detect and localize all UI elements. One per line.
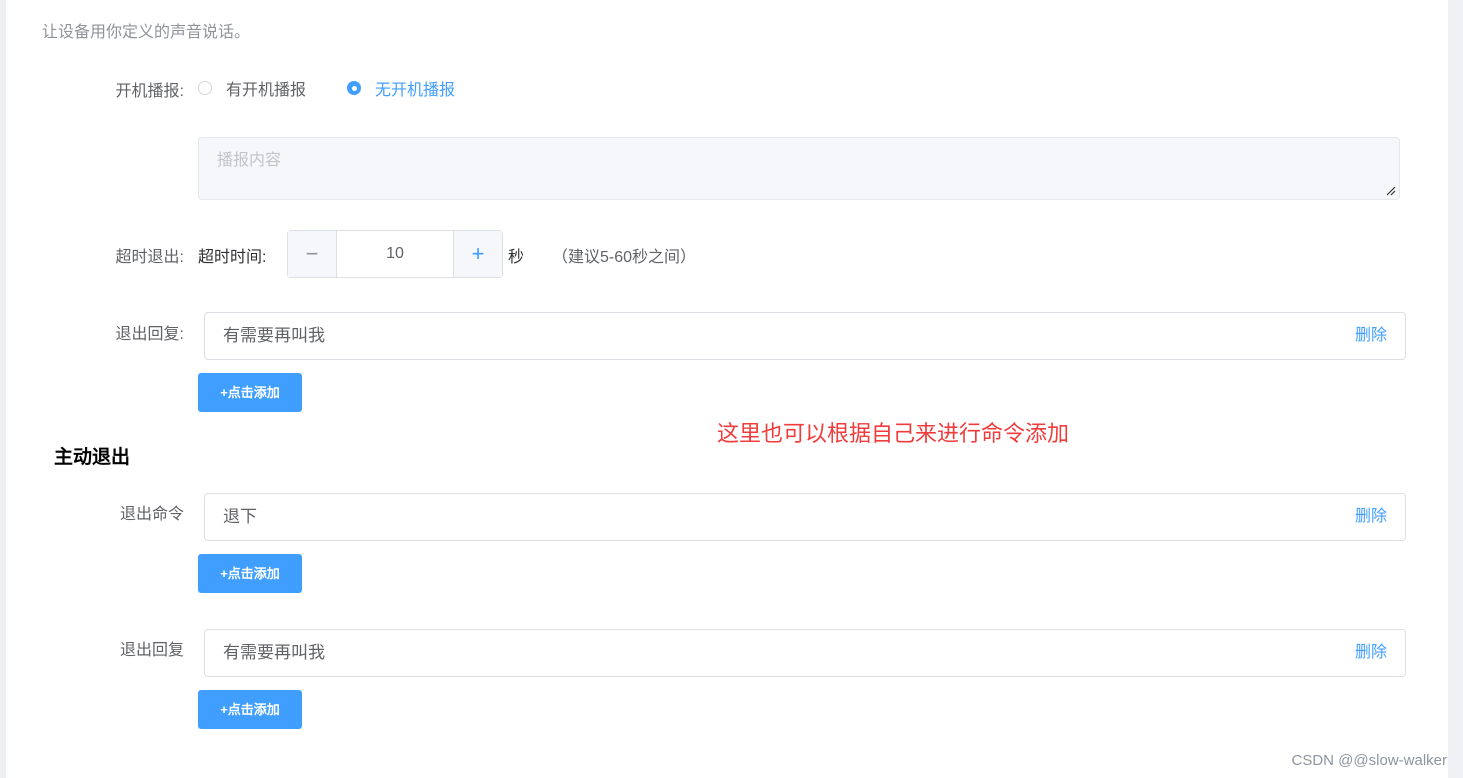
radio-boot-off[interactable]: 无开机播报 <box>347 78 456 99</box>
exit-reply-label: 退出回复: <box>115 326 184 343</box>
exit-command-label: 退出命令 <box>119 506 184 523</box>
broadcast-content-placeholder: 播报内容 <box>217 152 282 169</box>
page-description: 让设备用你定义的声音说话。 <box>42 24 251 41</box>
watermark: CSDN @@slow-walker <box>1291 752 1447 769</box>
increment-button[interactable]: + <box>453 231 502 277</box>
timeout-value[interactable]: 10 <box>337 231 453 277</box>
active-exit-reply-item-text[interactable]: 有需要再叫我 <box>223 630 325 676</box>
radio-boot-on[interactable]: 有开机播报 <box>198 78 307 99</box>
add-active-exit-reply-button[interactable]: +点击添加 <box>198 690 302 729</box>
add-exit-command-button[interactable]: +点击添加 <box>198 554 302 593</box>
radio-unchecked-icon <box>198 81 212 95</box>
active-exit-reply-item: 有需要再叫我 删除 <box>204 629 1406 677</box>
broadcast-content-textarea[interactable]: 播报内容 <box>198 137 1400 200</box>
timeout-unit: 秒 <box>508 249 525 266</box>
radio-boot-on-label: 有开机播报 <box>226 82 307 99</box>
exit-reply-item: 有需要再叫我 删除 <box>204 312 1406 360</box>
timeout-exit-label: 超时退出: <box>115 249 184 266</box>
exit-reply-item-text[interactable]: 有需要再叫我 <box>223 313 325 359</box>
active-exit-reply-label: 退出回复 <box>119 642 184 659</box>
timeout-time-label: 超时时间: <box>198 249 267 266</box>
radio-boot-off-label: 无开机播报 <box>375 82 456 99</box>
exit-command-item: 退下 删除 <box>204 493 1406 541</box>
delete-active-exit-reply-button[interactable]: 删除 <box>1355 630 1387 676</box>
exit-command-item-text[interactable]: 退下 <box>223 494 257 540</box>
annotation-note: 这里也可以根据自己来进行命令添加 <box>717 421 1070 446</box>
timeout-hint: （建议5-60秒之间） <box>552 249 697 266</box>
delete-exit-reply-button[interactable]: 删除 <box>1355 313 1387 359</box>
add-exit-reply-button[interactable]: +点击添加 <box>198 373 302 412</box>
resize-handle-icon[interactable] <box>1386 186 1396 196</box>
radio-checked-icon <box>347 81 361 95</box>
timeout-stepper[interactable]: − 10 + <box>287 230 503 278</box>
decrement-button[interactable]: − <box>288 231 337 277</box>
delete-exit-command-button[interactable]: 删除 <box>1355 494 1387 540</box>
boot-broadcast-label: 开机播报: <box>115 83 184 100</box>
section-title-active-exit: 主动退出 <box>54 447 131 468</box>
